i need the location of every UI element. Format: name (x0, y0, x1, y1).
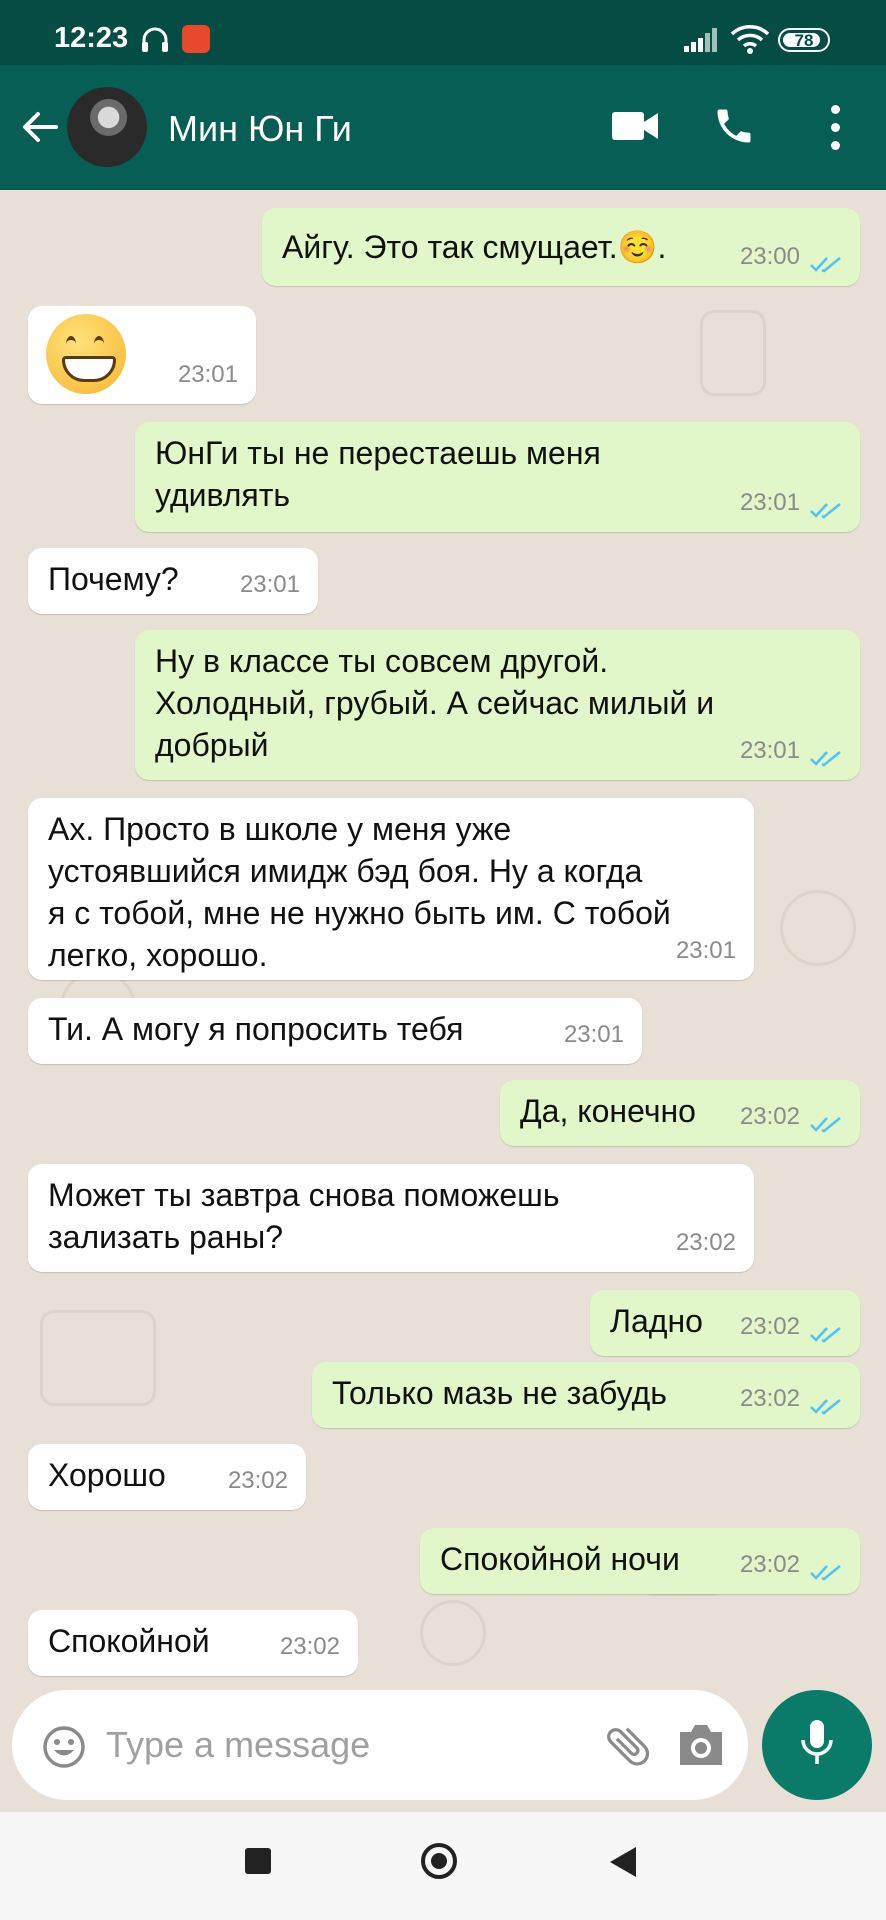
battery-icon: 78 (778, 28, 830, 52)
message-bubble-incoming[interactable]: Ах. Просто в школе у меня уже устоявшийс… (28, 798, 754, 980)
message-text: Да, конечно (520, 1093, 696, 1129)
system-navigation-bar (0, 1812, 886, 1920)
wallpaper-doodle (780, 890, 856, 966)
message-text: Может ты завтра снова поможешь зализать … (48, 1177, 560, 1255)
camera-icon[interactable] (676, 1722, 726, 1768)
message-composer (12, 1690, 748, 1800)
nav-back-icon[interactable] (608, 1845, 638, 1879)
mic-button[interactable] (762, 1690, 872, 1800)
message-time: 23:01 (739, 737, 800, 764)
message-bubble-outgoing[interactable]: Да, конечно 23:02 (500, 1080, 860, 1146)
contact-name[interactable]: Мин Юн Ги (168, 108, 352, 150)
message-bubble-incoming[interactable]: Может ты завтра снова поможешь зализать … (28, 1164, 754, 1272)
back-arrow-icon[interactable] (18, 105, 62, 149)
message-time: 23:01 (675, 937, 736, 964)
mic-icon (801, 1720, 833, 1764)
paperclip-icon[interactable] (602, 1720, 654, 1772)
read-ticks-icon (810, 1327, 841, 1343)
message-time: 23:02 (739, 1103, 800, 1130)
status-time: 12:23 (54, 22, 129, 54)
message-text: Хорошо (48, 1457, 166, 1493)
message-bubble-outgoing[interactable]: Ну в классе ты совсем другой. Холодный, … (135, 630, 860, 780)
phone-icon[interactable] (712, 103, 756, 149)
message-bubble-incoming[interactable]: Почему? 23:01 (28, 548, 318, 614)
message-bubble-incoming[interactable]: Спокойной 23:02 (28, 1610, 358, 1676)
message-bubble-outgoing[interactable]: Только мазь не забудь 23:02 (312, 1362, 860, 1428)
message-text: ЮнГи ты не перестаешь меня удивлять (155, 435, 601, 513)
recents-button[interactable] (245, 1848, 271, 1874)
more-vert-icon[interactable] (820, 105, 850, 151)
emoji-icon[interactable] (42, 1725, 86, 1769)
message-time: 23:02 (739, 1313, 800, 1340)
grinning-emoji (46, 314, 126, 394)
message-time: 23:01 (239, 571, 300, 598)
read-ticks-icon (810, 751, 841, 767)
message-time: 23:01 (177, 361, 238, 388)
message-bubble-incoming[interactable]: Хорошо 23:02 (28, 1444, 306, 1510)
wallpaper-doodle (40, 1310, 156, 1406)
message-time: 23:02 (279, 1633, 340, 1660)
battery-level: 78 (794, 31, 814, 50)
message-input[interactable] (104, 1714, 558, 1776)
message-time: 23:02 (739, 1551, 800, 1578)
headphones-icon (142, 27, 168, 52)
read-ticks-icon (810, 257, 841, 273)
message-bubble-incoming[interactable]: Ти. А могу я попросить тебя 23:01 (28, 998, 642, 1064)
read-ticks-icon (810, 1565, 841, 1581)
message-text: Только мазь не забудь (332, 1375, 667, 1411)
contact-avatar[interactable] (67, 87, 147, 167)
message-time: 23:02 (227, 1467, 288, 1494)
message-time: 23:01 (563, 1021, 624, 1048)
message-bubble-outgoing[interactable]: ЮнГи ты не перестаешь меня удивлять 23:0… (135, 422, 860, 532)
message-bubble-outgoing[interactable]: Айгу. Это так смущает.☺️. 23:00 (262, 208, 860, 286)
message-time: 23:02 (739, 1385, 800, 1412)
message-text: Ах. Просто в школе у меня уже устоявшийс… (48, 811, 671, 973)
message-bubble-outgoing[interactable]: Ладно 23:02 (590, 1290, 860, 1356)
message-text: Почему? (48, 561, 179, 597)
message-time: 23:00 (739, 243, 800, 270)
message-list[interactable]: Айгу. Это так смущает.☺️. 23:00 23:01 Юн… (0, 190, 886, 1810)
message-text: Ладно (610, 1303, 703, 1339)
message-bubble-outgoing[interactable]: Спокойной ночи 23:02 (420, 1528, 860, 1594)
read-ticks-icon (810, 1399, 841, 1415)
video-call-icon[interactable] (612, 110, 658, 142)
message-text: Спокойной (48, 1623, 210, 1659)
message-bubble-incoming[interactable]: 23:01 (28, 306, 256, 404)
signal-icon (684, 28, 717, 52)
message-text: Айгу. Это так смущает.☺️. (282, 229, 667, 265)
app-notification-icon (182, 25, 210, 53)
message-text: Спокойной ночи (440, 1541, 680, 1577)
message-time: 23:02 (675, 1229, 736, 1256)
wallpaper-doodle (700, 310, 766, 396)
read-ticks-icon (810, 503, 841, 519)
read-ticks-icon (810, 1117, 841, 1133)
message-time: 23:01 (739, 489, 800, 516)
chat-header: Мин Юн Ги (0, 65, 886, 190)
status-bar: 12:23 78 (0, 0, 886, 65)
wifi-icon (730, 25, 770, 54)
home-button[interactable] (421, 1843, 457, 1879)
wallpaper-doodle (420, 1600, 486, 1666)
message-text: Ти. А могу я попросить тебя (48, 1011, 464, 1047)
message-text: Ну в классе ты совсем другой. Холодный, … (155, 643, 715, 763)
